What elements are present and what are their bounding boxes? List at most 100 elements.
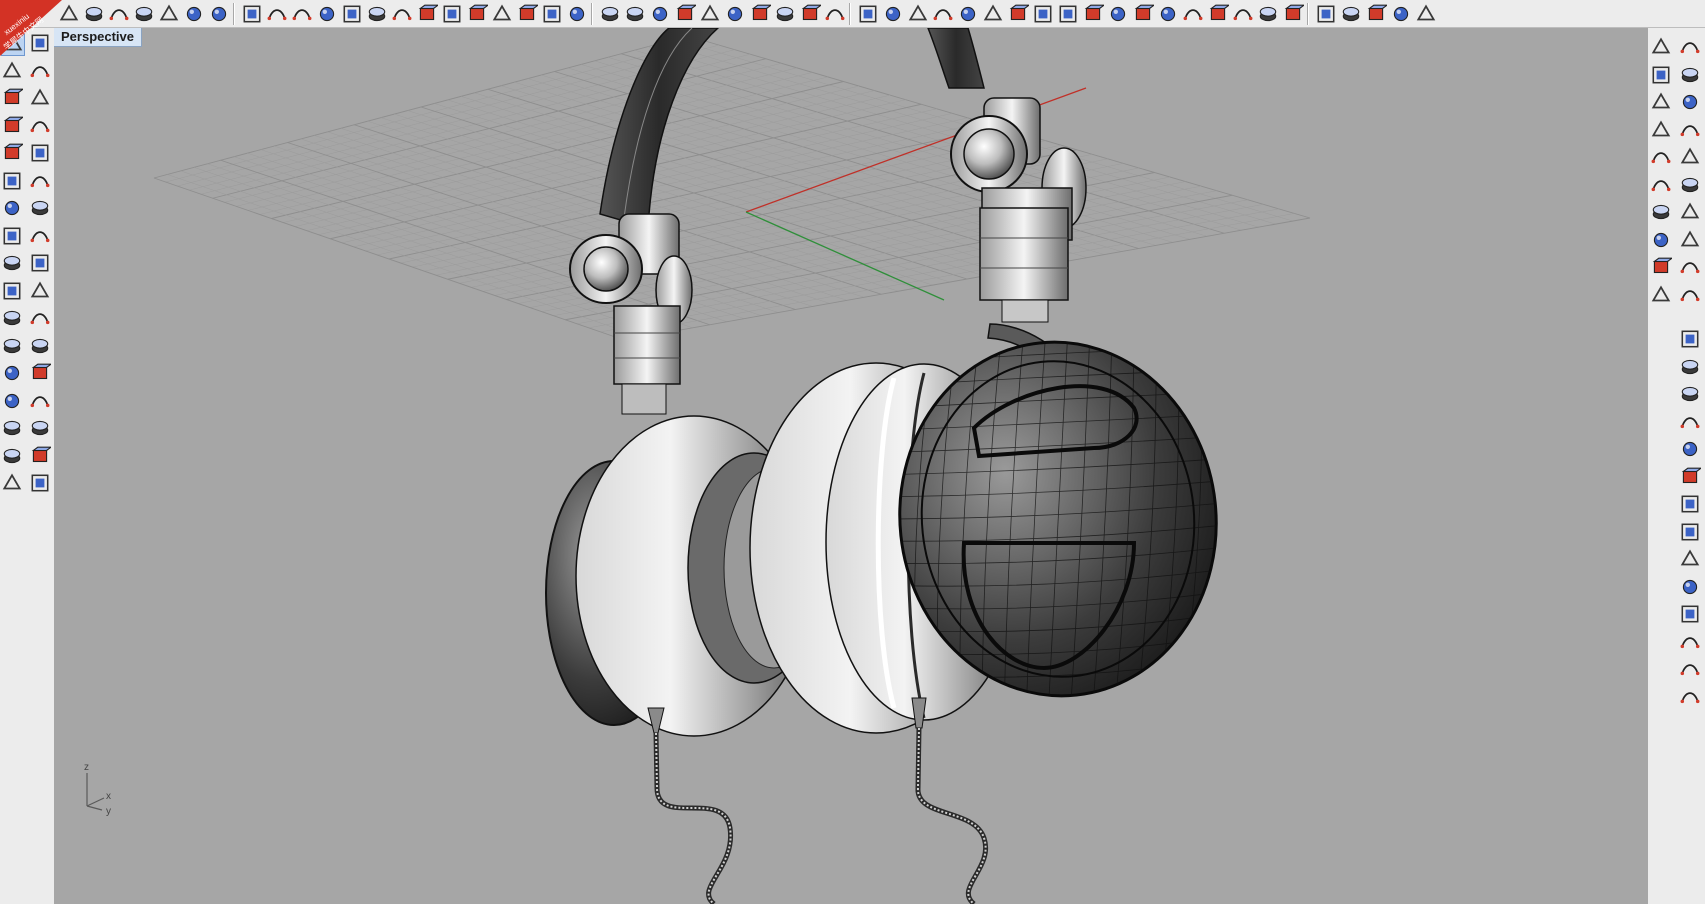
align-tool[interactable]	[1, 390, 25, 414]
array-tool[interactable]	[29, 307, 53, 331]
viewport-2-button[interactable]	[1340, 3, 1362, 25]
zoom-window-button[interactable]	[341, 3, 363, 25]
light-2-tool[interactable]	[1679, 91, 1703, 115]
import-button[interactable]	[133, 3, 155, 25]
point-cloud-button[interactable]	[1207, 3, 1231, 25]
cylinder-tool[interactable]	[1, 225, 25, 249]
pipe-tool[interactable]	[1679, 603, 1703, 627]
texture-button[interactable]	[1232, 3, 1254, 25]
blend-button[interactable]	[1107, 3, 1129, 25]
light-3-tool[interactable]	[1650, 119, 1674, 143]
layer-button[interactable]	[624, 3, 646, 25]
plane-button[interactable]	[907, 3, 929, 25]
render-4-tool[interactable]	[1679, 64, 1703, 88]
ellipsoid-tool[interactable]	[1679, 383, 1703, 407]
network-surface-button[interactable]	[1057, 3, 1079, 25]
light-tool[interactable]	[1650, 91, 1674, 115]
patch-button[interactable]	[1082, 3, 1106, 25]
curve-tool[interactable]	[29, 60, 53, 84]
circle-3pt-tool[interactable]	[29, 87, 53, 111]
shell-tool[interactable]	[1679, 229, 1703, 253]
solid-button[interactable]	[1257, 3, 1279, 25]
boolean-tool[interactable]	[29, 252, 53, 276]
circle-tool[interactable]	[1, 87, 25, 111]
polyline-tool[interactable]	[1, 60, 25, 84]
save-button[interactable]	[83, 3, 105, 25]
cube-tool[interactable]	[1650, 229, 1674, 253]
split-tool[interactable]	[1, 280, 25, 304]
text-solid-tool[interactable]	[1679, 686, 1703, 710]
paraboloid-tool[interactable]	[1679, 411, 1703, 435]
solid-split-tool[interactable]	[1679, 201, 1703, 225]
truncated-cone-tool[interactable]	[1679, 493, 1703, 517]
paste-button[interactable]	[208, 3, 230, 25]
cylinder-button[interactable]	[857, 3, 879, 25]
scene-canvas[interactable]: z x y	[54, 28, 1648, 904]
cylinder-tool[interactable]	[1679, 521, 1703, 545]
mesh-button[interactable]	[1182, 3, 1204, 25]
fillet-tool[interactable]	[29, 142, 53, 166]
sphere-tool[interactable]	[1679, 356, 1703, 380]
tube-tool[interactable]	[1679, 548, 1703, 572]
help-button[interactable]	[824, 3, 846, 25]
solid-intersect-tool[interactable]	[1650, 201, 1674, 225]
cube-4-tool[interactable]	[1679, 328, 1703, 352]
surface-button[interactable]	[932, 3, 954, 25]
cube-2-tool[interactable]	[1650, 284, 1674, 308]
print-button[interactable]	[108, 3, 130, 25]
bulb-off-button[interactable]	[566, 3, 588, 25]
window-tool[interactable]	[29, 472, 53, 496]
ellipse-tool[interactable]	[1, 170, 25, 194]
pipe-2-tool[interactable]	[1679, 631, 1703, 655]
spotlight-button[interactable]	[749, 3, 773, 25]
layout-tool[interactable]	[29, 445, 53, 469]
text-tool[interactable]	[1, 362, 25, 386]
bend-tool[interactable]	[29, 335, 53, 359]
extrude-tool[interactable]	[1679, 256, 1703, 280]
perspective-viewport[interactable]: Perspective z x y	[54, 28, 1648, 904]
rotate-view-button[interactable]	[291, 3, 313, 25]
cut-button[interactable]	[158, 3, 180, 25]
arc-tool[interactable]	[1, 115, 25, 139]
viewport-5-button[interactable]	[1415, 3, 1437, 25]
polygon-tool[interactable]	[1, 142, 25, 166]
shaded-sphere-button[interactable]	[724, 3, 746, 25]
light-4-tool[interactable]	[1679, 119, 1703, 143]
zoom-extents-button[interactable]	[366, 3, 388, 25]
torus-tool[interactable]	[1679, 576, 1703, 600]
surface-split-button[interactable]	[1007, 3, 1031, 25]
solid-union-tool[interactable]	[1650, 174, 1674, 198]
render-3-tool[interactable]	[1650, 64, 1674, 88]
curve-tools-tool[interactable]	[1, 335, 25, 359]
revolve-tool[interactable]	[29, 170, 53, 194]
cube-3-tool[interactable]	[1679, 284, 1703, 308]
headphone-model[interactable]	[545, 28, 1244, 904]
zoom-selected-button[interactable]	[391, 3, 413, 25]
purple-surface-button[interactable]	[1132, 3, 1156, 25]
scale-tool[interactable]	[29, 362, 53, 386]
surface-tool[interactable]	[29, 225, 53, 249]
viewport-4-button[interactable]	[1390, 3, 1412, 25]
zoom-button[interactable]	[316, 3, 338, 25]
undo-button[interactable]	[241, 3, 263, 25]
layers-tool[interactable]	[1650, 256, 1674, 280]
cube-button[interactable]	[1157, 3, 1179, 25]
box-edit-button[interactable]	[1282, 3, 1306, 25]
copy-button[interactable]	[183, 3, 205, 25]
solid-tool[interactable]	[29, 197, 53, 221]
pan-button[interactable]	[266, 3, 288, 25]
box-button[interactable]	[957, 3, 979, 25]
viewport-1-button[interactable]	[1315, 3, 1337, 25]
color-wheel-button[interactable]	[649, 3, 671, 25]
block-tool[interactable]	[1, 417, 25, 441]
pyramid-tool[interactable]	[1679, 466, 1703, 490]
render-sphere-button[interactable]	[699, 3, 721, 25]
viewport-title[interactable]: Perspective	[54, 28, 142, 47]
grid-snap-tool[interactable]	[29, 417, 53, 441]
dimension-button[interactable]	[799, 3, 823, 25]
model-tool[interactable]	[1, 445, 25, 469]
undo-view-button[interactable]	[416, 3, 440, 25]
render-2-tool[interactable]	[1679, 36, 1703, 60]
surface-join-button[interactable]	[1032, 3, 1054, 25]
trim-tool[interactable]	[29, 280, 53, 304]
